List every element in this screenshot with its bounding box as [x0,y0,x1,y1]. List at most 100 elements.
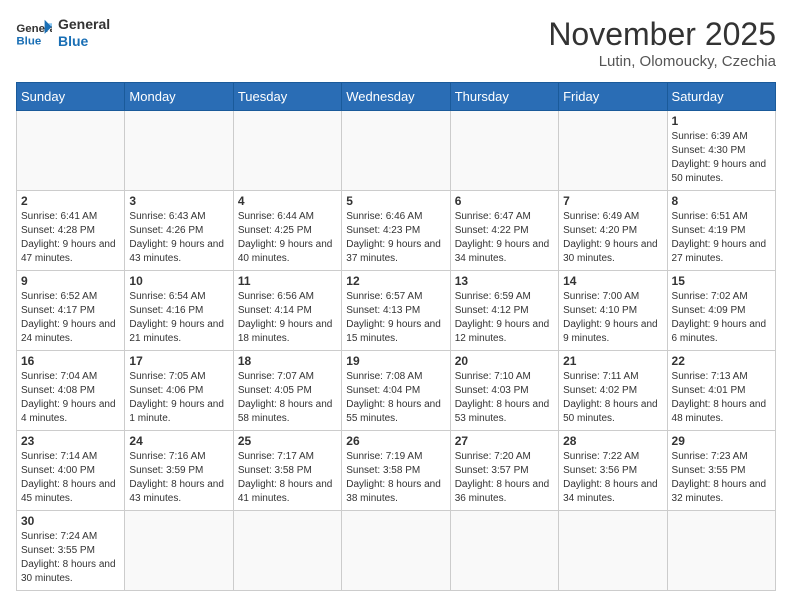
calendar-table: SundayMondayTuesdayWednesdayThursdayFrid… [16,82,776,591]
week-row-1: 1Sunrise: 6:39 AM Sunset: 4:30 PM Daylig… [17,111,776,191]
day-number: 29 [672,434,771,448]
week-row-6: 30 Sunrise: 7:24 AM Sunset: 3:55 PM Dayli… [17,511,776,591]
day-info: Sunrise: 7:08 AM Sunset: 4:04 PM Dayligh… [346,370,445,426]
calendar-subtitle: Lutin, Olomoucky, Czechia [548,53,776,70]
week-row-5: 23Sunrise: 7:14 AM Sunset: 4:00 PM Dayli… [17,431,776,511]
day-cell: 10Sunrise: 6:54 AM Sunset: 4:16 PM Dayli… [125,271,233,351]
day-cell [667,511,775,591]
day-cell: 21 Sunrise: 7:11 AM Sunset: 4:02 PM Dayli… [559,351,667,431]
day-cell: 1Sunrise: 6:39 AM Sunset: 4:30 PM Daylig… [667,111,775,191]
week-row-3: 9Sunrise: 6:52 AM Sunset: 4:17 PM Daylig… [17,271,776,351]
day-number: 7 [563,194,662,208]
day-info: Sunrise: 6:59 AM Sunset: 4:12 PM Dayligh… [455,290,554,346]
weekday-header-sunday: Sunday [17,83,125,111]
day-cell: 8 Sunrise: 6:51 AM Sunset: 4:19 PM Daylig… [667,191,775,271]
day-info: Sunrise: 7:07 AM Sunset: 4:05 PM Dayligh… [238,370,337,426]
day-info: Sunrise: 7:24 AM Sunset: 3:55 PM Dayligh… [21,530,120,586]
day-number: 2 [21,194,120,208]
day-cell: 14Sunrise: 7:00 AM Sunset: 4:10 PM Dayli… [559,271,667,351]
day-info: Sunrise: 6:56 AM Sunset: 4:14 PM Dayligh… [238,290,337,346]
day-cell: 2 Sunrise: 6:41 AM Sunset: 4:28 PM Daylig… [17,191,125,271]
day-number: 20 [455,354,554,368]
day-cell: 22 Sunrise: 7:13 AM Sunset: 4:01 PM Dayli… [667,351,775,431]
day-number: 13 [455,274,554,288]
day-cell: 6 Sunrise: 6:47 AM Sunset: 4:22 PM Daylig… [450,191,558,271]
day-cell [233,111,341,191]
day-number: 17 [129,354,228,368]
weekday-header-tuesday: Tuesday [233,83,341,111]
day-number: 1 [672,114,771,128]
day-cell [125,111,233,191]
day-cell [342,511,450,591]
day-number: 30 [21,514,120,528]
day-cell: 4 Sunrise: 6:44 AM Sunset: 4:25 PM Daylig… [233,191,341,271]
day-number: 22 [672,354,771,368]
day-info: Sunrise: 6:47 AM Sunset: 4:22 PM Dayligh… [455,210,554,266]
day-number: 15 [672,274,771,288]
day-info: Sunrise: 7:22 AM Sunset: 3:56 PM Dayligh… [563,450,662,506]
day-number: 27 [455,434,554,448]
day-info: Sunrise: 7:14 AM Sunset: 4:00 PM Dayligh… [21,450,120,506]
day-info: Sunrise: 7:05 AM Sunset: 4:06 PM Dayligh… [129,370,228,426]
logo-blue: Blue [58,33,110,50]
day-cell: 19Sunrise: 7:08 AM Sunset: 4:04 PM Dayli… [342,351,450,431]
day-cell: 13 Sunrise: 6:59 AM Sunset: 4:12 PM Dayli… [450,271,558,351]
logo: General Blue General Blue [16,16,110,50]
day-info: Sunrise: 6:46 AM Sunset: 4:23 PM Dayligh… [346,210,445,266]
day-cell [342,111,450,191]
day-cell [233,511,341,591]
day-info: Sunrise: 6:44 AM Sunset: 4:25 PM Dayligh… [238,210,337,266]
day-number: 12 [346,274,445,288]
day-cell: 5Sunrise: 6:46 AM Sunset: 4:23 PM Daylig… [342,191,450,271]
day-cell: 11 Sunrise: 6:56 AM Sunset: 4:14 PM Dayli… [233,271,341,351]
day-info: Sunrise: 7:17 AM Sunset: 3:58 PM Dayligh… [238,450,337,506]
day-info: Sunrise: 6:51 AM Sunset: 4:19 PM Dayligh… [672,210,771,266]
day-number: 6 [455,194,554,208]
weekday-header-thursday: Thursday [450,83,558,111]
weekday-header-wednesday: Wednesday [342,83,450,111]
day-number: 4 [238,194,337,208]
day-cell: 26 Sunrise: 7:19 AM Sunset: 3:58 PM Dayli… [342,431,450,511]
day-cell: 17 Sunrise: 7:05 AM Sunset: 4:06 PM Dayli… [125,351,233,431]
weekday-header-friday: Friday [559,83,667,111]
day-cell: 3Sunrise: 6:43 AM Sunset: 4:26 PM Daylig… [125,191,233,271]
day-cell: 27 Sunrise: 7:20 AM Sunset: 3:57 PM Dayli… [450,431,558,511]
day-info: Sunrise: 7:04 AM Sunset: 4:08 PM Dayligh… [21,370,120,426]
day-cell [17,111,125,191]
calendar-title: November 2025 [548,16,776,53]
day-cell [559,511,667,591]
day-info: Sunrise: 6:49 AM Sunset: 4:20 PM Dayligh… [563,210,662,266]
general-blue-logo-icon: General Blue [16,18,52,48]
day-info: Sunrise: 6:41 AM Sunset: 4:28 PM Dayligh… [21,210,120,266]
day-info: Sunrise: 7:23 AM Sunset: 3:55 PM Dayligh… [672,450,771,506]
day-number: 26 [346,434,445,448]
day-cell: 16 Sunrise: 7:04 AM Sunset: 4:08 PM Dayli… [17,351,125,431]
day-number: 28 [563,434,662,448]
day-cell [450,111,558,191]
day-cell: 15 Sunrise: 7:02 AM Sunset: 4:09 PM Dayli… [667,271,775,351]
day-info: Sunrise: 7:13 AM Sunset: 4:01 PM Dayligh… [672,370,771,426]
day-info: Sunrise: 7:20 AM Sunset: 3:57 PM Dayligh… [455,450,554,506]
weekday-header-saturday: Saturday [667,83,775,111]
day-number: 16 [21,354,120,368]
svg-text:Blue: Blue [16,35,41,47]
weekday-header-monday: Monday [125,83,233,111]
week-row-2: 2 Sunrise: 6:41 AM Sunset: 4:28 PM Daylig… [17,191,776,271]
day-cell: 12Sunrise: 6:57 AM Sunset: 4:13 PM Dayli… [342,271,450,351]
day-cell [559,111,667,191]
day-number: 21 [563,354,662,368]
day-info: Sunrise: 7:19 AM Sunset: 3:58 PM Dayligh… [346,450,445,506]
day-cell: 7 Sunrise: 6:49 AM Sunset: 4:20 PM Daylig… [559,191,667,271]
day-number: 24 [129,434,228,448]
day-info: Sunrise: 7:10 AM Sunset: 4:03 PM Dayligh… [455,370,554,426]
day-number: 11 [238,274,337,288]
day-number: 9 [21,274,120,288]
day-cell: 23Sunrise: 7:14 AM Sunset: 4:00 PM Dayli… [17,431,125,511]
day-info: Sunrise: 7:02 AM Sunset: 4:09 PM Dayligh… [672,290,771,346]
day-info: Sunrise: 7:11 AM Sunset: 4:02 PM Dayligh… [563,370,662,426]
title-area: November 2025 Lutin, Olomoucky, Czechia [548,16,776,70]
header: General Blue General Blue November 2025 … [16,16,776,70]
day-cell: 9Sunrise: 6:52 AM Sunset: 4:17 PM Daylig… [17,271,125,351]
day-cell: 18Sunrise: 7:07 AM Sunset: 4:05 PM Dayli… [233,351,341,431]
day-number: 8 [672,194,771,208]
